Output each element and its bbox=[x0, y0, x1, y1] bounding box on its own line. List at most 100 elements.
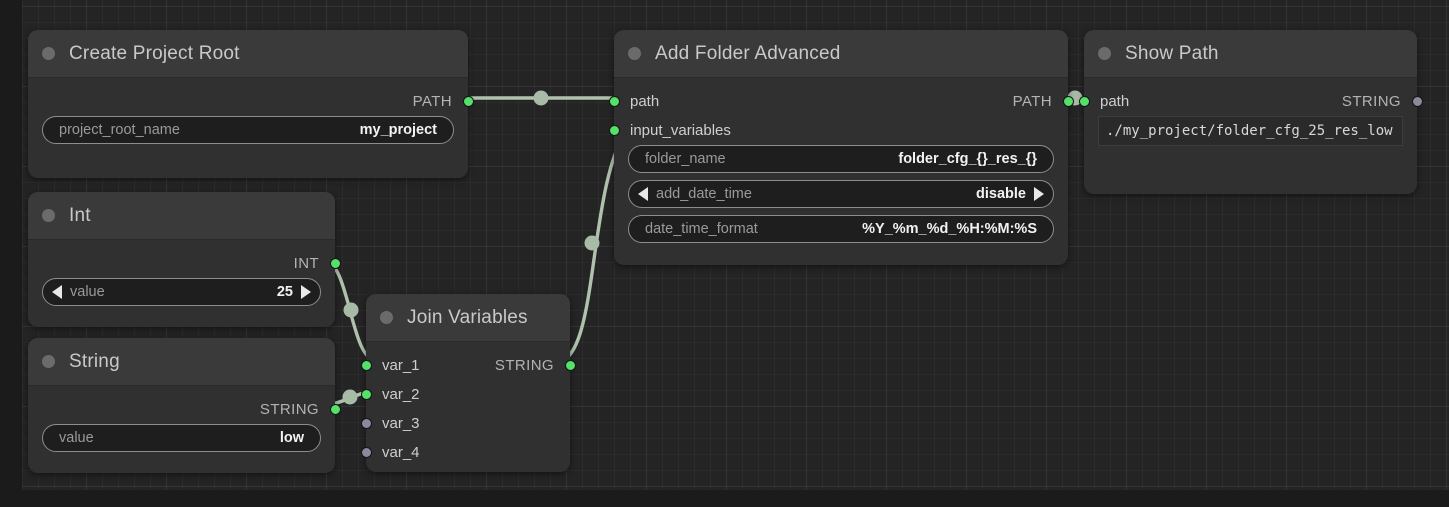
output-row-int: INT bbox=[28, 249, 341, 278]
wire-midpoint-dot bbox=[343, 302, 359, 318]
input-row-var-1: var_1 STRING bbox=[360, 351, 576, 380]
output-label: STRING bbox=[1341, 93, 1401, 110]
node-body: PATH project_root_name my_project bbox=[28, 78, 474, 144]
node-show-path[interactable]: Show Path path STRING ./my_project/folde… bbox=[1078, 30, 1423, 194]
output-label: PATH bbox=[412, 93, 452, 110]
output-socket-string[interactable] bbox=[564, 360, 576, 371]
widget-list: folder_name folder_cfg_{}_res_{} add_dat… bbox=[614, 145, 1068, 243]
input-socket-path[interactable] bbox=[608, 96, 620, 107]
output-socket-path[interactable] bbox=[1062, 96, 1074, 107]
node-title: String bbox=[69, 350, 120, 372]
widget-value-stepper[interactable]: value 25 bbox=[42, 278, 321, 306]
widget-folder-name[interactable]: folder_name folder_cfg_{}_res_{} bbox=[628, 145, 1054, 173]
input-label: input_variables bbox=[630, 122, 731, 139]
input-row-var-4: var_4 bbox=[360, 438, 570, 467]
widget-label: value bbox=[59, 430, 94, 446]
input-row-path: path PATH bbox=[608, 87, 1074, 116]
input-label: var_3 bbox=[382, 415, 420, 432]
widget-label: folder_name bbox=[645, 151, 726, 167]
output-socket-string[interactable] bbox=[1411, 96, 1423, 107]
output-socket-int[interactable] bbox=[329, 258, 341, 269]
widget-label: date_time_format bbox=[645, 221, 758, 237]
node-create-project-root[interactable]: Create Project Root PATH project_root_na… bbox=[28, 30, 474, 178]
collapse-dot-icon[interactable] bbox=[380, 311, 393, 324]
node-add-folder-advanced[interactable]: Add Folder Advanced path PATH input_vari… bbox=[608, 30, 1074, 265]
input-socket-var-3[interactable] bbox=[360, 418, 372, 429]
node-title: Join Variables bbox=[407, 306, 528, 328]
node-header[interactable]: Add Folder Advanced bbox=[614, 30, 1068, 78]
output-label: INT bbox=[293, 255, 319, 272]
node-body: var_1 STRING var_2 var_3 var_4 bbox=[360, 342, 576, 467]
widget-value-text: low bbox=[279, 430, 304, 446]
stepper-decrement-icon[interactable] bbox=[638, 187, 648, 201]
input-row-path: path STRING bbox=[1078, 87, 1423, 116]
input-row-var-2: var_2 bbox=[360, 380, 570, 409]
wire-midpoint-dot bbox=[533, 90, 549, 106]
output-socket-string[interactable] bbox=[329, 404, 341, 415]
node-header[interactable]: Int bbox=[28, 192, 335, 240]
widget-project-root-name[interactable]: project_root_name my_project bbox=[42, 116, 454, 144]
collapse-dot-icon[interactable] bbox=[42, 355, 55, 368]
node-title: Create Project Root bbox=[69, 42, 240, 64]
node-header[interactable]: String bbox=[28, 338, 335, 386]
node-int[interactable]: Int INT value 25 bbox=[28, 192, 341, 327]
input-label: path bbox=[1100, 93, 1130, 110]
output-label: PATH bbox=[1012, 93, 1052, 110]
widget-list: value 25 bbox=[28, 278, 335, 306]
input-socket-input-variables[interactable] bbox=[608, 125, 620, 136]
node-join-variables[interactable]: Join Variables var_1 STRING var_2 var_3 … bbox=[360, 294, 576, 472]
node-string[interactable]: String STRING value low bbox=[28, 338, 341, 473]
widget-list: project_root_name my_project bbox=[28, 116, 468, 144]
input-socket-var-1[interactable] bbox=[360, 360, 372, 371]
input-socket-path[interactable] bbox=[1078, 96, 1090, 107]
node-header[interactable]: Show Path bbox=[1084, 30, 1417, 78]
widget-value[interactable]: value low bbox=[42, 424, 321, 452]
stepper-increment-icon[interactable] bbox=[1034, 187, 1044, 201]
input-socket-var-2[interactable] bbox=[360, 389, 372, 400]
widget-label: project_root_name bbox=[59, 122, 180, 138]
input-row-var-3: var_3 bbox=[360, 409, 570, 438]
node-body: path PATH input_variables folder_name fo… bbox=[608, 78, 1074, 243]
output-socket-path[interactable] bbox=[462, 96, 474, 107]
widget-add-date-time[interactable]: add_date_time disable bbox=[628, 180, 1054, 208]
widget-value: folder_cfg_{}_res_{} bbox=[898, 151, 1037, 167]
input-row-input-variables: input_variables bbox=[608, 116, 1068, 145]
input-label: var_4 bbox=[382, 444, 420, 461]
widget-value: disable bbox=[976, 186, 1026, 202]
node-body: INT value 25 bbox=[28, 240, 341, 306]
wire-midpoint-dot bbox=[584, 235, 600, 251]
node-title: Show Path bbox=[1125, 42, 1219, 64]
collapse-dot-icon[interactable] bbox=[1098, 47, 1111, 60]
node-graph-canvas[interactable]: Create Project Root PATH project_root_na… bbox=[0, 0, 1449, 507]
output-label: STRING bbox=[259, 401, 319, 418]
input-label: var_2 bbox=[382, 386, 420, 403]
node-body: path STRING ./my_project/folder_cfg_25_r… bbox=[1078, 78, 1423, 146]
output-row-path: PATH bbox=[28, 87, 474, 116]
stepper-increment-icon[interactable] bbox=[301, 285, 311, 299]
widget-date-time-format[interactable]: date_time_format %Y_%m_%d_%H:%M:%S bbox=[628, 215, 1054, 243]
path-output-textbox: ./my_project/folder_cfg_25_res_low bbox=[1098, 116, 1403, 146]
widget-value: 25 bbox=[276, 284, 293, 300]
output-label: STRING bbox=[494, 357, 554, 374]
node-header[interactable]: Create Project Root bbox=[28, 30, 468, 78]
input-label: path bbox=[630, 93, 660, 110]
node-title: Int bbox=[69, 204, 91, 226]
widget-list: value low bbox=[28, 424, 335, 452]
node-header[interactable]: Join Variables bbox=[366, 294, 570, 342]
output-row-string: STRING bbox=[28, 395, 341, 424]
collapse-dot-icon[interactable] bbox=[42, 47, 55, 60]
widget-label: add_date_time bbox=[656, 186, 752, 202]
widget-label: value bbox=[70, 284, 105, 300]
input-socket-var-4[interactable] bbox=[360, 447, 372, 458]
collapse-dot-icon[interactable] bbox=[628, 47, 641, 60]
stepper-decrement-icon[interactable] bbox=[52, 285, 62, 299]
collapse-dot-icon[interactable] bbox=[42, 209, 55, 222]
node-title: Add Folder Advanced bbox=[655, 42, 841, 64]
node-body: STRING value low bbox=[28, 386, 341, 452]
